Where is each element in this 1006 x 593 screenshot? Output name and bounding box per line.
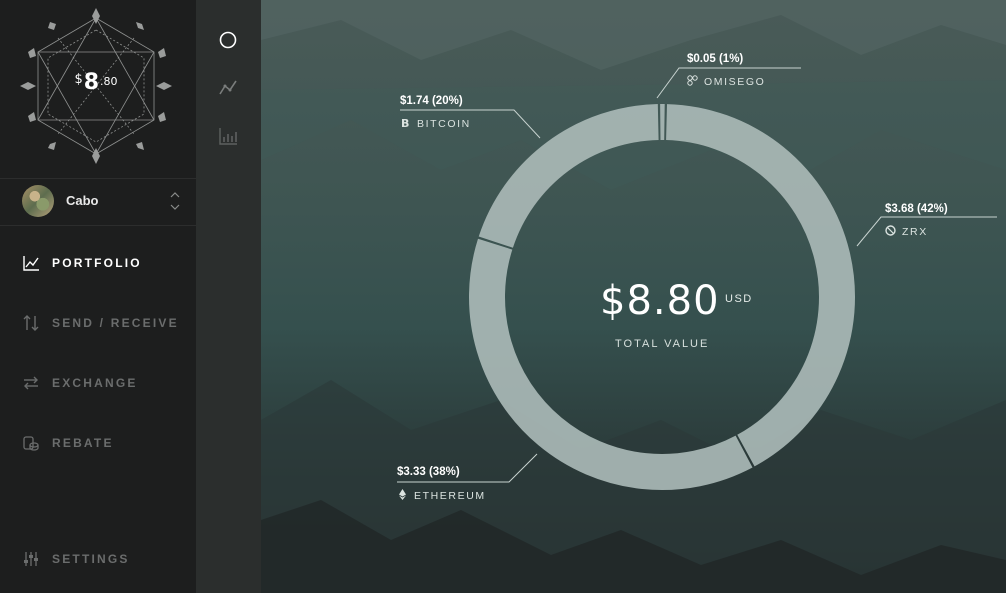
bar-view-icon[interactable] xyxy=(217,125,239,147)
total-currency: USD xyxy=(725,293,753,305)
zrx-value: $3.68 (42%) xyxy=(885,203,948,215)
balance-integer: 8 xyxy=(83,70,100,95)
ethereum-name: ETHEREUM xyxy=(414,490,486,502)
nav-label-exchange: EXCHANGE xyxy=(52,376,138,390)
portfolio-balance: $8.80 xyxy=(18,70,174,95)
avatar xyxy=(22,185,54,217)
nav-send-receive[interactable]: SEND / RECEIVE xyxy=(0,308,196,338)
balance-decimal: .80 xyxy=(100,75,118,88)
transfer-icon xyxy=(23,315,39,331)
nav-label-portfolio: PORTFOLIO xyxy=(52,256,142,270)
omisego-value: $0.05 (1%) xyxy=(687,53,744,65)
view-switcher xyxy=(196,0,261,593)
chevron-up-down-icon[interactable] xyxy=(168,189,182,213)
account-selector[interactable]: Cabo xyxy=(0,178,196,226)
sidebar: $8.80 Cabo PORTFOLIO SEND / RECEIVE EXCH… xyxy=(0,0,197,593)
nav-settings[interactable]: SETTINGS xyxy=(0,544,196,574)
nav-rebate[interactable]: REBATE xyxy=(0,428,196,458)
nav-label-send-receive: SEND / RECEIVE xyxy=(52,316,179,330)
nav-label-settings: SETTINGS xyxy=(52,552,130,566)
nav-label-rebate: REBATE xyxy=(52,436,114,450)
portfolio-main: $8.80 USD TOTAL VALUE $0.05 (1%) OMISEGO… xyxy=(261,0,1006,593)
bitcoin-icon: B xyxy=(401,117,411,128)
balance-currency-symbol: $ xyxy=(74,72,83,87)
ethereum-icon xyxy=(399,489,406,500)
line-view-icon[interactable] xyxy=(217,77,239,99)
line-chart-icon xyxy=(23,256,39,271)
ethereum-value: $3.33 (38%) xyxy=(397,466,460,478)
sliders-icon xyxy=(24,552,38,566)
ethereum-label: ETHEREUM xyxy=(397,489,486,502)
omisego-icon xyxy=(687,75,698,86)
bitcoin-value: $1.74 (20%) xyxy=(400,95,463,107)
zrx-label: ZRX xyxy=(885,225,928,238)
total-value: $8.80 xyxy=(600,278,720,324)
total-value-label: TOTAL VALUE xyxy=(615,338,710,350)
bitcoin-label: B BITCOIN xyxy=(400,117,471,130)
omisego-label: OMISEGO xyxy=(687,75,765,88)
zrx-name: ZRX xyxy=(902,226,928,238)
nav-portfolio[interactable]: PORTFOLIO xyxy=(0,248,196,278)
account-name: Cabo xyxy=(66,193,99,208)
coins-icon xyxy=(23,436,39,451)
bitcoin-name: BITCOIN xyxy=(417,118,471,130)
omisego-name: OMISEGO xyxy=(704,76,766,88)
zrx-icon xyxy=(885,225,896,236)
donut-segment-bitcoin[interactable] xyxy=(478,104,659,249)
nav-exchange[interactable]: EXCHANGE xyxy=(0,368,196,398)
exchange-icon xyxy=(24,376,38,390)
svg-text:B: B xyxy=(401,117,411,128)
donut-view-icon[interactable] xyxy=(217,29,239,51)
